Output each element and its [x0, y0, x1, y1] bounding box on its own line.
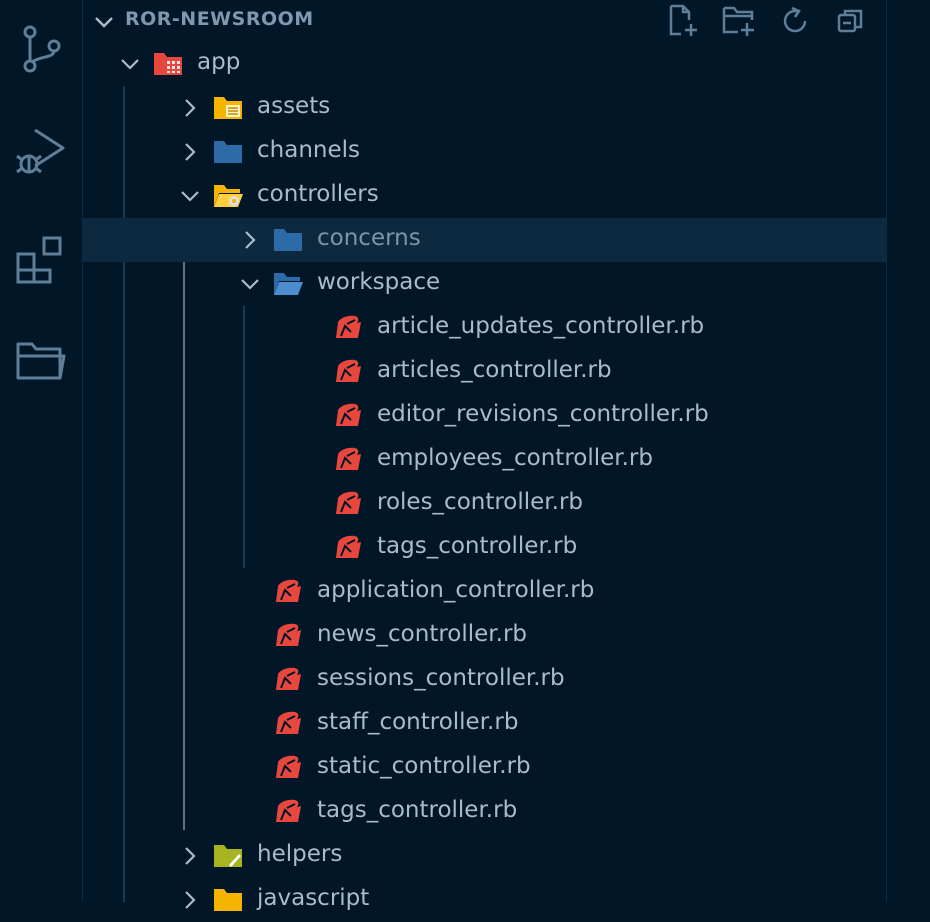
- folder-open-icon: [273, 270, 303, 298]
- tree-folder-controllers[interactable]: controllers: [83, 174, 886, 218]
- tree-item-label: news_controller.rb: [317, 621, 527, 647]
- ruby-file-icon: [273, 754, 303, 782]
- new-file-icon: [669, 4, 697, 36]
- extensions-button[interactable]: [0, 224, 82, 294]
- refresh-button[interactable]: [774, 4, 816, 38]
- chevron-right-icon[interactable]: [179, 97, 201, 119]
- explorer-actions: [662, 4, 872, 38]
- ruby-file-icon: [273, 666, 303, 694]
- ruby-file-icon: [273, 798, 303, 826]
- chevron-right-icon[interactable]: [239, 229, 261, 251]
- tree-file[interactable]: employees_controller.rb: [83, 438, 886, 482]
- tree-item-label: workspace: [317, 269, 441, 295]
- rails-folder-icon: [153, 50, 183, 78]
- tree-item-label: editor_revisions_controller.rb: [377, 401, 709, 427]
- chevron-down-icon[interactable]: [179, 185, 201, 207]
- tree-file[interactable]: application_controller.rb: [83, 570, 886, 614]
- helpers-folder-icon: [213, 842, 243, 870]
- chevron-down-icon[interactable]: [119, 53, 141, 75]
- folder-icon: [213, 138, 243, 166]
- tree-item-label: sessions_controller.rb: [317, 665, 565, 691]
- tree-item-label: assets: [257, 93, 331, 119]
- new-folder-icon: [722, 6, 754, 36]
- chevron-down-icon[interactable]: [239, 273, 261, 295]
- ruby-file-icon: [333, 358, 363, 386]
- chevron-right-icon[interactable]: [179, 889, 201, 911]
- controllers-folder-icon: [213, 182, 243, 210]
- assets-folder-icon: [213, 94, 243, 122]
- tree-file[interactable]: news_controller.rb: [83, 614, 886, 658]
- chevron-right-icon[interactable]: [179, 845, 201, 867]
- new-folder-button[interactable]: [718, 4, 760, 38]
- tree-folder-workspace[interactable]: workspace: [83, 262, 886, 306]
- tree-folder-app[interactable]: app: [83, 42, 886, 86]
- ruby-file-icon: [333, 314, 363, 342]
- activity-bar: [0, 0, 83, 902]
- tree-item-label: application_controller.rb: [317, 577, 595, 603]
- explorer-title: ROR-NEWSROOM: [125, 8, 314, 30]
- tree-item-label: helpers: [257, 841, 343, 867]
- run-debug-icon: [16, 128, 65, 174]
- source-control-icon: [23, 25, 61, 73]
- source-control-button[interactable]: [0, 14, 82, 84]
- explorer-icon: [16, 342, 66, 380]
- tree-item-label: concerns: [317, 225, 421, 251]
- tree-item-label: app: [197, 49, 241, 75]
- run-debug-button[interactable]: [0, 118, 82, 188]
- tree-file[interactable]: sessions_controller.rb: [83, 658, 886, 702]
- explorer-sidebar: ROR-NEWSROOM app assets channels control…: [83, 0, 887, 911]
- explorer-button[interactable]: [0, 326, 82, 396]
- tree-file[interactable]: roles_controller.rb: [83, 482, 886, 526]
- refresh-icon: [783, 6, 807, 33]
- tree-file[interactable]: tags_controller.rb: [83, 790, 886, 834]
- collapse-all-button[interactable]: [830, 4, 872, 38]
- tree-folder-concerns[interactable]: concerns: [83, 218, 886, 262]
- tree-item-label: staff_controller.rb: [317, 709, 519, 735]
- js-folder-icon: [213, 886, 243, 914]
- tree-file[interactable]: tags_controller.rb: [83, 526, 886, 570]
- ruby-file-icon: [273, 578, 303, 606]
- tree-item-label: tags_controller.rb: [377, 533, 578, 559]
- ruby-file-icon: [273, 710, 303, 738]
- extensions-icon: [16, 236, 62, 284]
- tree-item-label: channels: [257, 137, 360, 163]
- tree-item-label: controllers: [257, 181, 379, 207]
- tree-item-label: roles_controller.rb: [377, 489, 584, 515]
- ruby-file-icon: [273, 622, 303, 650]
- explorer-header: ROR-NEWSROOM: [83, 0, 886, 42]
- tree-folder-javascript[interactable]: javascript: [83, 878, 886, 922]
- ruby-file-icon: [333, 446, 363, 474]
- file-tree: app assets channels controllers concerns work…: [83, 42, 886, 922]
- tree-item-label: tags_controller.rb: [317, 797, 518, 823]
- tree-file[interactable]: staff_controller.rb: [83, 702, 886, 746]
- chevron-down-icon[interactable]: [93, 11, 115, 33]
- tree-folder-channels[interactable]: channels: [83, 130, 886, 174]
- tree-file[interactable]: article_updates_controller.rb: [83, 306, 886, 350]
- chevron-right-icon[interactable]: [179, 141, 201, 163]
- tree-file[interactable]: editor_revisions_controller.rb: [83, 394, 886, 438]
- new-file-button[interactable]: [662, 4, 704, 38]
- tree-item-label: javascript: [257, 885, 370, 911]
- folder-icon: [273, 226, 303, 254]
- ruby-file-icon: [333, 534, 363, 562]
- tree-file[interactable]: static_controller.rb: [83, 746, 886, 790]
- tree-item-label: articles_controller.rb: [377, 357, 612, 383]
- tree-item-label: employees_controller.rb: [377, 445, 653, 471]
- ruby-file-icon: [333, 490, 363, 518]
- collapse-all-icon: [837, 9, 863, 33]
- ruby-file-icon: [333, 402, 363, 430]
- tree-file[interactable]: articles_controller.rb: [83, 350, 886, 394]
- tree-folder-helpers[interactable]: helpers: [83, 834, 886, 878]
- editor-edge: [887, 0, 930, 902]
- tree-item-label: static_controller.rb: [317, 753, 531, 779]
- tree-item-label: article_updates_controller.rb: [377, 313, 705, 339]
- tree-folder-assets[interactable]: assets: [83, 86, 886, 130]
